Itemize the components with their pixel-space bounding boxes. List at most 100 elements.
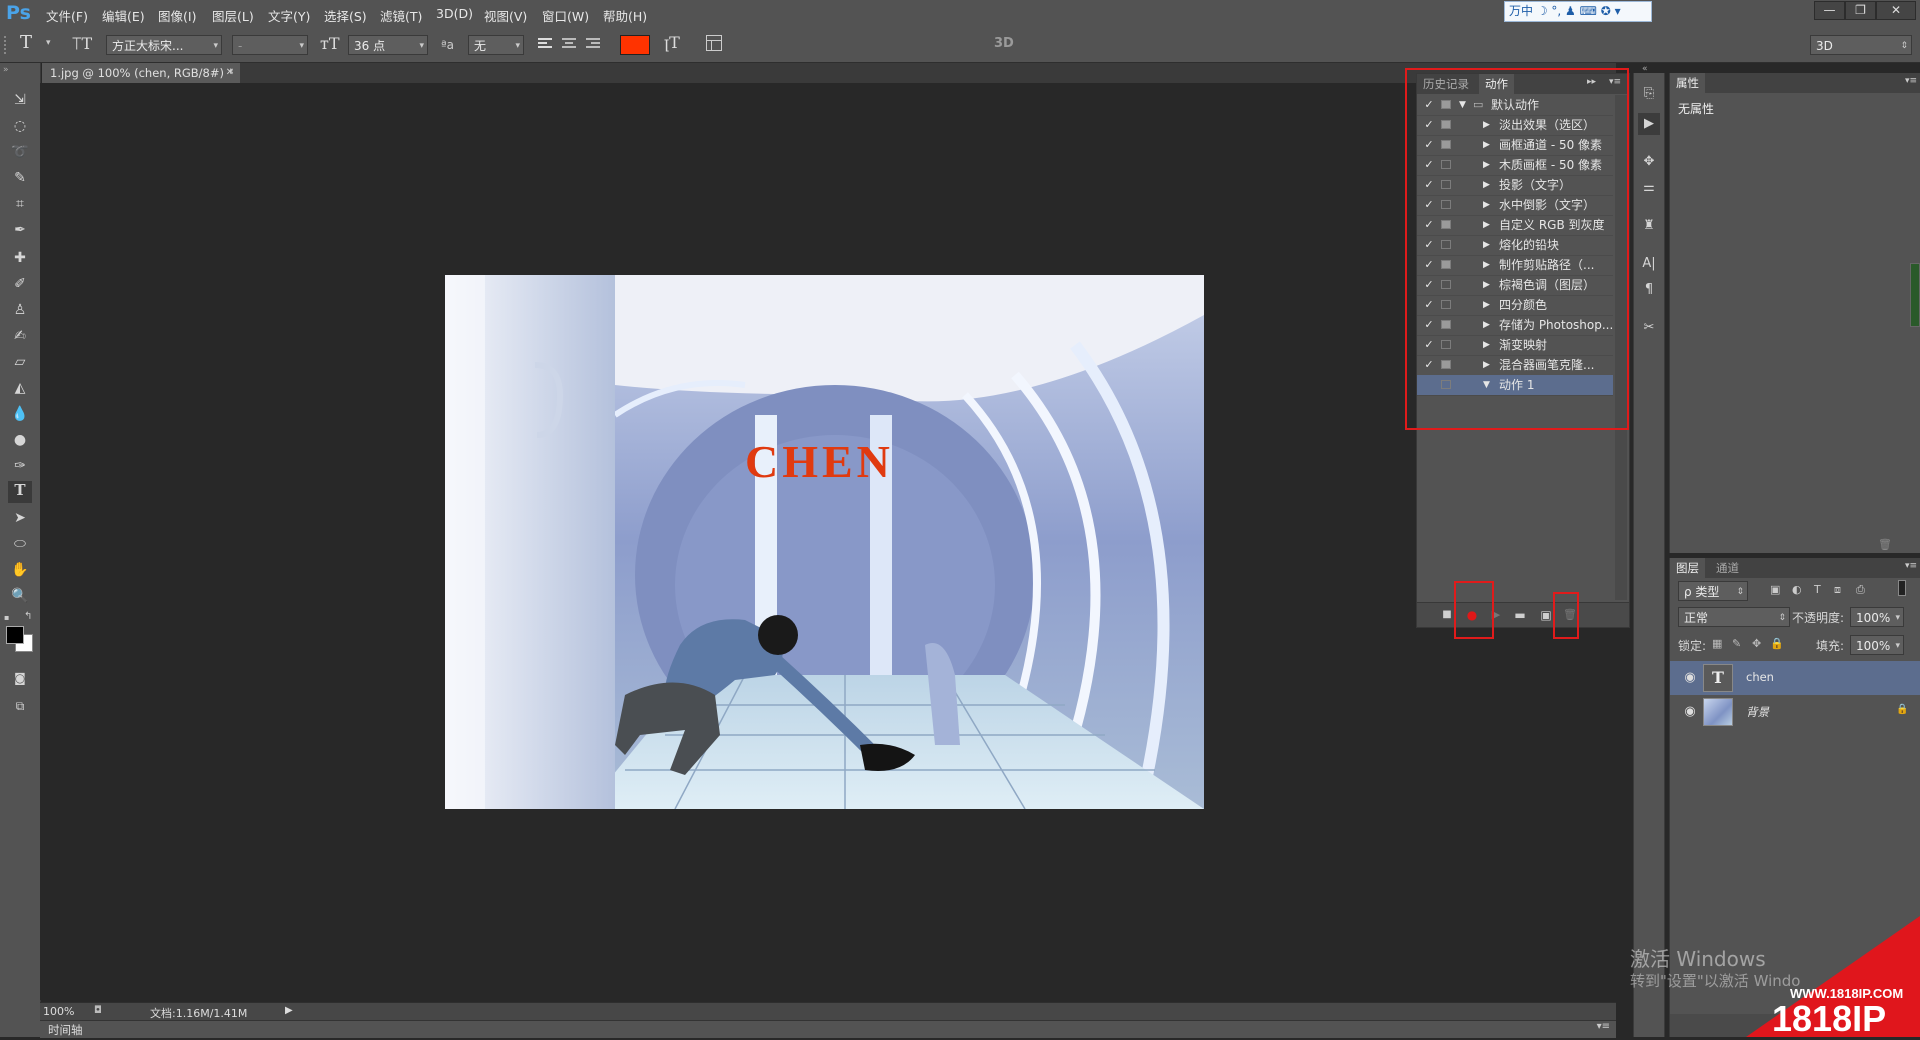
quick-select-tool-icon[interactable]: ✎ (8, 167, 32, 189)
default-colors-icon[interactable]: ▪ (4, 613, 9, 622)
path-selection-tool-icon[interactable]: ➤ (8, 507, 32, 529)
restore-button[interactable]: ❐ (1845, 1, 1876, 20)
menu-edit[interactable]: 编辑(E) (102, 6, 145, 25)
marquee-tool-icon[interactable]: ◌ (8, 115, 32, 137)
workspace-select[interactable]: 3D ⇕ (1810, 35, 1912, 55)
font-size-select[interactable]: 36 点 ▾ (348, 35, 428, 55)
font-style-select[interactable]: - ▾ (232, 35, 308, 55)
panel-menu-icon[interactable]: ▾≡ (1905, 76, 1917, 86)
timeline-tab[interactable]: 时间轴 (48, 1022, 83, 1038)
menu-help[interactable]: 帮助(H) (603, 6, 647, 25)
layer-row-chen[interactable]: ◉ T chen (1670, 661, 1920, 695)
screen-mode-icon[interactable]: ⧉ (8, 695, 32, 717)
ime-toolbar[interactable]: 万中 ☽ °, ♟ ⌨ ✪ ▾ (1504, 1, 1652, 22)
lock-transparent-icon[interactable]: ▦ (1712, 637, 1722, 650)
quick-mask-icon[interactable]: ◙ (8, 667, 32, 689)
layer-name[interactable]: chen (1746, 670, 1774, 684)
menu-type[interactable]: 文字(Y) (268, 6, 310, 25)
hand-tool-icon[interactable]: ✋ (8, 559, 32, 581)
paint-bucket-tool-icon[interactable]: ◭ (8, 377, 32, 399)
menu-file[interactable]: 文件(F) (46, 6, 88, 25)
eraser-tool-icon[interactable]: ▱ (8, 351, 32, 373)
lasso-tool-icon[interactable]: ➰ (8, 141, 32, 163)
tab-channels[interactable]: 通道 (1710, 558, 1745, 578)
panel-menu-icon[interactable]: ▾≡ (1597, 1021, 1610, 1032)
document-image[interactable]: CHEN (445, 275, 1204, 809)
history-panel-icon[interactable]: ⎘ (1638, 83, 1660, 105)
layer-row-background[interactable]: ◉ 背景 🔒 (1670, 695, 1920, 729)
history-brush-tool-icon[interactable]: ✍ (8, 325, 32, 347)
align-center-icon[interactable] (562, 36, 578, 52)
foreground-color-swatch[interactable] (6, 626, 24, 644)
layer-filter-select[interactable]: ρ 类型 ⇕ (1678, 581, 1748, 601)
crop-tool-icon[interactable]: ⌗ (8, 193, 32, 215)
pen-tool-icon[interactable]: ✑ (8, 455, 32, 477)
healing-brush-tool-icon[interactable]: ✚ (8, 247, 32, 269)
actions-panel-icon[interactable]: ▶ (1638, 113, 1660, 135)
text-color-swatch[interactable] (620, 35, 650, 55)
menu-image[interactable]: 图像(I) (158, 6, 196, 25)
brush-preset-icon[interactable]: ✥ (1638, 151, 1660, 173)
character-panel-icon[interactable] (706, 35, 722, 51)
font-family-select[interactable]: 方正大标宋... ▾ (106, 35, 222, 55)
fill-input[interactable]: 100% ▾ (1850, 635, 1904, 655)
delete-trash-icon[interactable]: 🗑 (1878, 538, 1892, 551)
zoom-level[interactable]: 100% (43, 1005, 74, 1018)
swap-colors-icon[interactable]: ↰ (24, 611, 32, 622)
tool-presets-icon[interactable]: ✂ (1638, 317, 1660, 339)
tab-properties[interactable]: 属性 (1670, 73, 1705, 93)
close-tab-icon[interactable]: ✕ (226, 63, 234, 83)
document-tab[interactable]: 1.jpg @ 100% (chen, RGB/8#) * ✕ (42, 63, 240, 83)
filter-adjustment-icon[interactable]: ◐ (1792, 583, 1802, 596)
status-info-icon[interactable]: ◘ (94, 1005, 102, 1016)
lock-all-icon[interactable]: 🔒 (1770, 637, 1784, 650)
menu-filter[interactable]: 滤镜(T) (380, 6, 422, 25)
warp-text-icon[interactable]: ꞁT (664, 33, 680, 52)
lock-position-icon[interactable]: ✥ (1752, 637, 1761, 650)
type-tool-icon[interactable]: T (8, 481, 32, 503)
paragraph-icon[interactable]: ¶ (1638, 279, 1660, 301)
close-button[interactable]: ✕ (1876, 1, 1916, 20)
text-orientation-icon[interactable]: ⟙T (72, 34, 92, 54)
collapse-icon[interactable]: » (3, 65, 9, 75)
type-tool-preset-icon[interactable]: T (20, 32, 32, 53)
blur-tool-icon[interactable]: 💧 (8, 403, 32, 425)
filter-shape-icon[interactable]: ⧈ (1834, 583, 1841, 597)
3d-mode-icon[interactable]: 3D (994, 36, 1014, 51)
filter-smart-object-icon[interactable]: ⎙ (1856, 583, 1865, 597)
filter-pixel-icon[interactable]: ▣ (1770, 583, 1780, 596)
minimize-button[interactable]: — (1814, 1, 1845, 20)
menu-window[interactable]: 窗口(W) (542, 6, 589, 25)
eye-visibility-icon[interactable]: ◉ (1682, 704, 1698, 720)
menu-3d[interactable]: 3D(D) (436, 6, 473, 21)
brush-tool-icon[interactable]: ✐ (8, 273, 32, 295)
antialias-select[interactable]: 无 ▾ (468, 35, 524, 55)
filter-type-icon[interactable]: T (1814, 583, 1821, 596)
align-left-icon[interactable] (538, 36, 554, 52)
properties-scrollbar[interactable] (1910, 263, 1920, 327)
blend-mode-select[interactable]: 正常 ⇕ (1678, 607, 1790, 627)
status-menu-arrow-icon[interactable]: ▶ (285, 1005, 293, 1016)
menu-layer[interactable]: 图层(L) (212, 6, 254, 25)
collapse-icon[interactable]: « (1642, 64, 1648, 74)
lock-image-icon[interactable]: ✎ (1732, 637, 1741, 650)
clone-source-icon[interactable]: ♜ (1638, 215, 1660, 237)
menu-view[interactable]: 视图(V) (484, 6, 527, 25)
character-icon[interactable]: A| (1638, 253, 1660, 275)
opacity-input[interactable]: 100% ▾ (1850, 607, 1904, 627)
chen-text-layer[interactable]: CHEN (745, 435, 894, 488)
layer-name[interactable]: 背景 (1746, 704, 1769, 720)
menu-select[interactable]: 选择(S) (324, 6, 367, 25)
align-right-icon[interactable] (586, 36, 602, 52)
new-set-folder-button[interactable]: ▬ (1511, 606, 1529, 624)
dodge-tool-icon[interactable]: ● (8, 429, 32, 451)
adjustments-icon[interactable]: ⚌ (1638, 177, 1660, 199)
move-tool-icon[interactable]: ⇲ (8, 89, 32, 111)
eye-visibility-icon[interactable]: ◉ (1682, 670, 1698, 686)
panel-menu-icon[interactable]: ▾≡ (1905, 561, 1917, 571)
eyedropper-tool-icon[interactable]: ✒ (8, 219, 32, 241)
clone-stamp-tool-icon[interactable]: ♙ (8, 299, 32, 321)
filter-toggle-switch[interactable] (1898, 580, 1906, 596)
preset-chevron-down-icon[interactable]: ▾ (46, 38, 51, 48)
tab-layers[interactable]: 图层 (1670, 558, 1705, 578)
